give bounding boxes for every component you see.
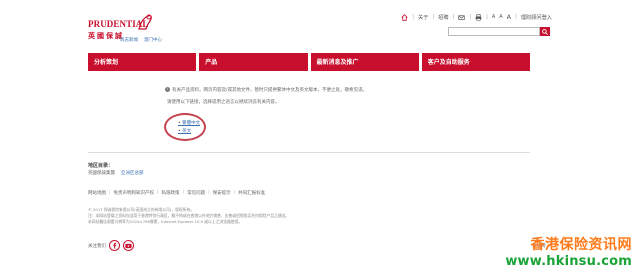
notice-text-2: 请使用以下链接，选择适用之语言以继续浏览有关内容。	[167, 100, 280, 105]
separator: |	[109, 190, 111, 195]
search-button[interactable]	[540, 27, 550, 36]
separator: |	[182, 190, 185, 195]
footer-link-disclaimer[interactable]: 免责声明和知识产权	[114, 190, 155, 196]
resolution-text: 本网站最佳观看分辨率为1024×768像素，Internet Explorer …	[88, 219, 243, 224]
home-icon[interactable]	[401, 13, 408, 21]
separator: |	[486, 14, 488, 20]
region-selector: 英國保誠集團 亞洲区总部	[88, 170, 144, 176]
mail-icon[interactable]	[458, 14, 465, 21]
region-link-asia[interactable]: 亞洲区总部	[121, 171, 144, 176]
separator: |	[412, 14, 415, 20]
follow-label: 关注我们	[88, 243, 106, 249]
footer-links: 网站地图 | 免责声明和知识产权 | 私隐政策 | 常见问题 | 保安提示 | …	[88, 190, 265, 196]
youtube-icon[interactable]	[123, 240, 134, 251]
language-list: 繁體中文 英文	[178, 120, 200, 136]
font-size-large[interactable]: A	[507, 13, 511, 21]
separator: |	[233, 190, 236, 195]
info-icon: i	[165, 87, 170, 92]
separator: |	[452, 14, 455, 20]
lang-link-english[interactable]: 英文	[178, 128, 200, 136]
nav-item-products[interactable]: 产品	[199, 53, 308, 71]
header-sublinks: 尚志新闻 澳门中心	[120, 37, 162, 43]
footer-link-sitemap[interactable]: 网站地图	[88, 190, 106, 196]
footer-link-security[interactable]: 保安提示	[213, 190, 231, 196]
lang-link-traditional-chinese[interactable]: 繁體中文	[178, 120, 200, 128]
nav-item-planning[interactable]: 分析策划	[88, 53, 197, 71]
footer-notes: © 2017 保诚保险有限公司(英国成立的有限公司)，版权所有。 注：本网站登载…	[88, 207, 388, 225]
watermark-cn: 香港保险资讯网	[530, 237, 632, 253]
print-icon[interactable]	[475, 13, 482, 21]
footer-link-faq[interactable]: 常见问题	[187, 190, 205, 196]
font-size-medium[interactable]: A	[499, 14, 502, 20]
separator: |	[208, 190, 210, 195]
separator: |	[157, 190, 159, 195]
notice-text-1: 有关产品资料，网页内容及/或其他文件，暂时只提供繁体中文及英文版本，不便之处，敬…	[172, 88, 368, 93]
footer-link-standards[interactable]: 共同汇报标准	[238, 190, 265, 196]
notice-line-1: i 有关产品资料，网页内容及/或其他文件，暂时只提供繁体中文及英文版本，不便之处，…	[165, 87, 465, 94]
search-box	[448, 27, 550, 36]
watermark-url: www.hkinsu.com	[505, 254, 632, 269]
divider	[88, 152, 530, 153]
careers-link[interactable]: 招聘	[438, 14, 448, 21]
sublink-news[interactable]: 尚志新闻	[120, 37, 138, 43]
region-link-group[interactable]: 英國保誠集團	[88, 171, 115, 176]
nav-item-customer-service[interactable]: 客户及自助服务	[421, 53, 530, 71]
logo-text-en: PRUDENTIAL	[88, 19, 149, 29]
main-nav: 分析策划 产品 最新消息及推广 客户及自助服务	[88, 53, 530, 71]
agent-login-link[interactable]: 理财顾问登入	[521, 14, 552, 21]
font-size-small[interactable]: A	[492, 14, 495, 20]
site-watermark: 香港保险资讯网 www.hkinsu.com	[505, 234, 632, 269]
separator: |	[469, 14, 472, 20]
prudential-logo[interactable]: PRUDENTIAL 英國保誠	[88, 13, 168, 53]
utility-links: | 关于 | 招聘 | | | A A A | 理财顾问登入	[401, 13, 552, 21]
social-follow: 关注我们	[88, 240, 134, 251]
page: PRUDENTIAL 英國保誠 尚志新闻 澳门中心 | 关于 | 招聘 | | …	[80, 0, 560, 275]
region-title: 地区目录：	[88, 163, 114, 169]
footer-link-privacy[interactable]: 私隐政策	[162, 190, 180, 196]
language-notice: i 有关产品资料，网页内容及/或其他文件，暂时只提供繁体中文及英文版本，不便之处，…	[165, 87, 465, 106]
search-input[interactable]	[448, 27, 540, 36]
logo-text-cn: 英國保誠	[88, 31, 124, 40]
separator: |	[432, 14, 435, 20]
nav-item-news[interactable]: 最新消息及推广	[310, 53, 419, 71]
about-link[interactable]: 关于	[418, 14, 428, 21]
sublink-macau[interactable]: 澳门中心	[144, 37, 162, 43]
search-icon	[542, 28, 548, 35]
separator: |	[515, 14, 517, 20]
facebook-icon[interactable]	[109, 240, 120, 251]
